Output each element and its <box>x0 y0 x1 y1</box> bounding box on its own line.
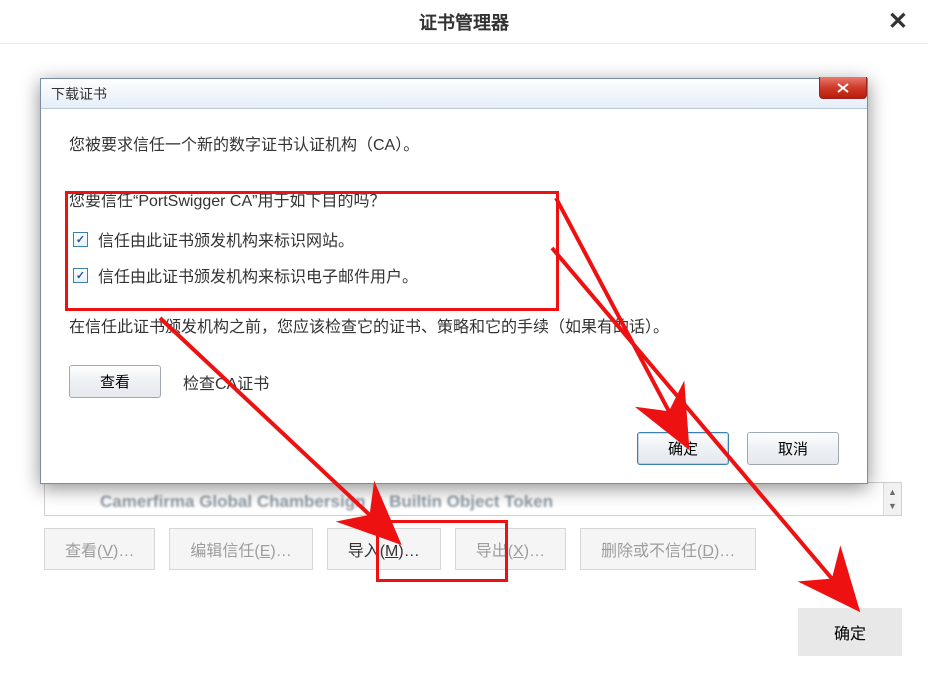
delete-button[interactable]: 删除或不信任(D)… <box>580 528 756 570</box>
dialog-titlebar[interactable]: 下载证书 <box>41 79 867 109</box>
checkbox-checked-icon[interactable]: ✓ <box>73 268 88 283</box>
close-icon[interactable]: ✕ <box>882 6 914 38</box>
view-button[interactable]: 查看(V)… <box>44 528 155 570</box>
trust-websites-row[interactable]: ✓ 信任由此证书颁发机构来标识网站。 <box>69 227 839 251</box>
dialog-ok-button[interactable]: 确定 <box>637 432 729 465</box>
trust-websites-label: 信任由此证书颁发机构来标识网站。 <box>98 227 354 251</box>
close-icon <box>836 83 850 93</box>
dialog-cancel-button[interactable]: 取消 <box>747 432 839 465</box>
scrollbar[interactable]: ▲ ▼ <box>883 483 901 515</box>
trust-question: 您要信任“PortSwigger CA”用于如下目的吗？ <box>69 187 839 211</box>
list-item: Camerfirma Global Chambersign ... Builti… <box>100 492 553 512</box>
view-cert-button[interactable]: 查看 <box>69 365 161 398</box>
download-cert-dialog: 下载证书 您被要求信任一个新的数字证书认证机构（CA）。 您要信任“PortSw… <box>40 78 868 484</box>
edit-trust-button[interactable]: 编辑信任(E)… <box>169 528 312 570</box>
dialog-advice: 在信任此证书颁发机构之前，您应该检查它的证书、策略和它的手续（如果有的话）。 <box>69 313 839 337</box>
import-button[interactable]: 导入(M)… <box>327 528 441 570</box>
scroll-down-icon[interactable]: ▼ <box>884 497 901 515</box>
trust-email-label: 信任由此证书颁发机构来标识电子邮件用户。 <box>98 263 418 287</box>
trust-email-row[interactable]: ✓ 信任由此证书颁发机构来标识电子邮件用户。 <box>69 263 839 287</box>
dialog-close-button[interactable] <box>819 77 867 99</box>
export-button[interactable]: 导出(X)… <box>455 528 566 570</box>
manager-ok-button[interactable]: 确定 <box>798 608 902 656</box>
view-cert-hint: 检查CA证书 <box>183 370 269 394</box>
dialog-message: 您被要求信任一个新的数字证书认证机构（CA）。 <box>69 131 839 155</box>
checkbox-checked-icon[interactable]: ✓ <box>73 232 88 247</box>
dialog-title: 下载证书 <box>51 84 107 104</box>
page-title: 证书管理器 <box>419 9 509 35</box>
